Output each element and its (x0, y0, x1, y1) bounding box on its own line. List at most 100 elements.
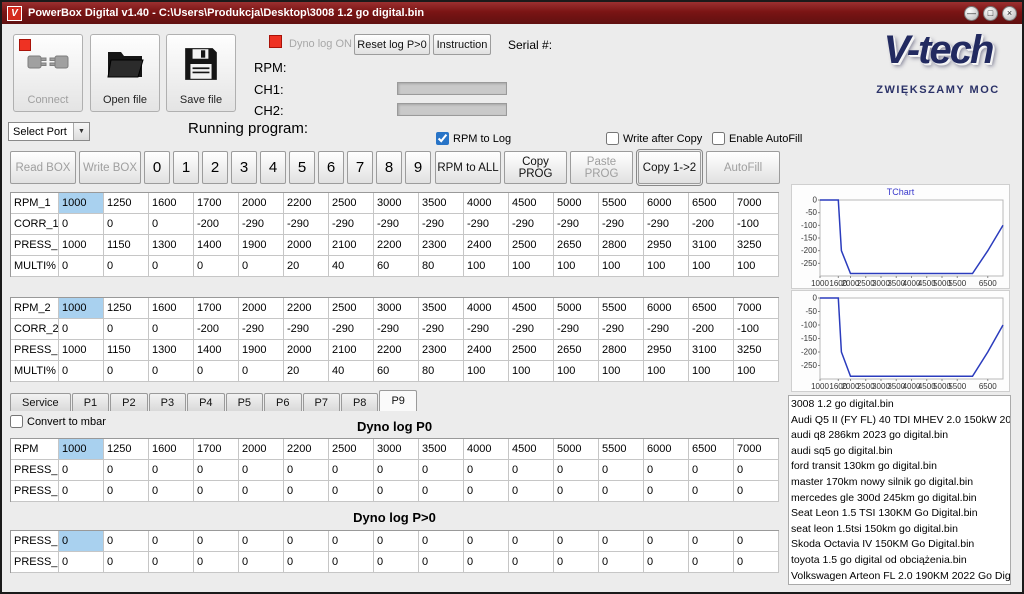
table-cell[interactable]: 3000 (374, 439, 419, 460)
table-cell[interactable]: 0 (554, 531, 599, 552)
file-item[interactable]: audi sq5 go digital.bin (791, 444, 1010, 460)
table-cell[interactable]: 0 (464, 460, 509, 481)
table-cell[interactable]: 0 (554, 481, 599, 502)
table-cell[interactable]: 0 (104, 481, 149, 502)
table-cell[interactable]: 0 (149, 214, 194, 235)
table-cell[interactable]: 0 (329, 460, 374, 481)
table-cell[interactable]: 4500 (509, 298, 554, 319)
table-cell[interactable]: 1600 (149, 298, 194, 319)
table-cell[interactable]: 0 (239, 256, 284, 277)
table-cell[interactable]: 2300 (419, 235, 464, 256)
enable-autofill-checkbox[interactable]: Enable AutoFill (712, 132, 802, 145)
close-button[interactable]: × (1002, 6, 1017, 21)
file-item[interactable]: Volkswagen Arteon FL 2.0 190KM 2022 Go D… (791, 569, 1010, 585)
table-cell[interactable]: 1150 (104, 235, 149, 256)
table-cell[interactable]: 0 (239, 460, 284, 481)
table-cell[interactable]: 3500 (419, 298, 464, 319)
tab-p1[interactable]: P1 (72, 393, 109, 411)
table-cell[interactable]: 100 (509, 361, 554, 382)
tab-p6[interactable]: P6 (264, 393, 301, 411)
table-cell[interactable]: 5500 (599, 193, 644, 214)
table-cell[interactable]: 0 (104, 319, 149, 340)
table-cell[interactable]: 100 (734, 256, 779, 277)
table-cell[interactable]: 3250 (734, 235, 779, 256)
table-cell[interactable]: 0 (374, 552, 419, 573)
table-cell[interactable]: 0 (59, 481, 104, 502)
table-cell[interactable]: 3100 (689, 340, 734, 361)
table-cell[interactable]: 0 (104, 214, 149, 235)
file-item[interactable]: ford transit 130km go digital.bin (791, 459, 1010, 475)
table-cell[interactable]: 0 (104, 256, 149, 277)
table-cell[interactable]: 1700 (194, 193, 239, 214)
table-cell[interactable]: 3250 (734, 340, 779, 361)
table-cell[interactable]: 0 (509, 481, 554, 502)
file-item[interactable]: audi q8 286km 2023 go digital.bin (791, 428, 1010, 444)
minimize-button[interactable]: — (964, 6, 979, 21)
table-cell[interactable]: 60 (374, 256, 419, 277)
table-cell[interactable]: 0 (374, 460, 419, 481)
table-cell[interactable]: 100 (644, 361, 689, 382)
table-cell[interactable]: 2000 (284, 235, 329, 256)
table-cell[interactable]: -290 (554, 319, 599, 340)
table-cell[interactable]: 0 (464, 531, 509, 552)
tab-p5[interactable]: P5 (226, 393, 263, 411)
table-cell[interactable]: 0 (599, 481, 644, 502)
table-cell[interactable]: -290 (599, 214, 644, 235)
tab-p9[interactable]: P9 (379, 390, 416, 411)
table-cell[interactable]: 60 (374, 361, 419, 382)
table-cell[interactable]: 1700 (194, 298, 239, 319)
table-cell[interactable]: 0 (59, 361, 104, 382)
table-cell[interactable]: 0 (194, 552, 239, 573)
file-item[interactable]: toyota 1.5 go digital od obciążenia.bin (791, 553, 1010, 569)
table-cell[interactable]: 0 (734, 481, 779, 502)
table-cell[interactable]: 2650 (554, 340, 599, 361)
table-cell[interactable]: 0 (689, 552, 734, 573)
table-cell[interactable]: 20 (284, 361, 329, 382)
table-cell[interactable]: 2400 (464, 340, 509, 361)
table-cell[interactable]: 100 (644, 256, 689, 277)
table-cell[interactable]: 0 (329, 481, 374, 502)
table-cell[interactable]: 2300 (419, 340, 464, 361)
table-cell[interactable]: -290 (374, 214, 419, 235)
table-cell[interactable]: 2200 (284, 193, 329, 214)
table-cell[interactable]: 80 (419, 361, 464, 382)
enable-autofill-input[interactable] (712, 132, 725, 145)
table-cell[interactable]: 0 (59, 531, 104, 552)
table-cell[interactable]: -290 (599, 319, 644, 340)
table-cell[interactable]: -200 (689, 319, 734, 340)
table-cell[interactable]: -290 (509, 319, 554, 340)
table-cell[interactable]: 2100 (329, 235, 374, 256)
table-cell[interactable]: 0 (374, 481, 419, 502)
table-cell[interactable]: 4000 (464, 439, 509, 460)
table-cell[interactable]: 0 (194, 256, 239, 277)
table-cell[interactable]: 0 (104, 361, 149, 382)
table-cell[interactable]: 6000 (644, 193, 689, 214)
table-cell[interactable]: -290 (419, 214, 464, 235)
file-item[interactable]: Seat Leon 1.5 TSI 130KM Go Digital.bin (791, 506, 1010, 522)
table-cell[interactable]: 1000 (59, 298, 104, 319)
reset-log-button[interactable]: Reset log P>0 (354, 34, 430, 55)
table-cell[interactable]: 0 (599, 531, 644, 552)
table-cell[interactable]: 5500 (599, 439, 644, 460)
table-cell[interactable]: 0 (374, 531, 419, 552)
table-cell[interactable]: 3100 (689, 235, 734, 256)
table-cell[interactable]: 0 (464, 552, 509, 573)
table-cell[interactable]: -290 (284, 214, 329, 235)
table-cell[interactable]: 0 (329, 531, 374, 552)
table-cell[interactable]: 7000 (734, 193, 779, 214)
table-cell[interactable]: 4000 (464, 298, 509, 319)
table-cell[interactable]: 100 (509, 256, 554, 277)
table-cell[interactable]: 2500 (509, 340, 554, 361)
table-cell[interactable]: 0 (239, 361, 284, 382)
table-cell[interactable]: 100 (599, 361, 644, 382)
table-cell[interactable]: 0 (284, 531, 329, 552)
table-cell[interactable]: 0 (104, 460, 149, 481)
file-item[interactable]: master 170km nowy silnik go digital.bin (791, 475, 1010, 491)
table-cell[interactable]: 0 (509, 460, 554, 481)
table-cell[interactable]: 80 (419, 256, 464, 277)
table-cell[interactable]: 1300 (149, 340, 194, 361)
table-cell[interactable]: 5000 (554, 298, 599, 319)
table-cell[interactable]: 0 (194, 481, 239, 502)
table-cell[interactable]: 2500 (509, 235, 554, 256)
table-cell[interactable]: 0 (419, 552, 464, 573)
